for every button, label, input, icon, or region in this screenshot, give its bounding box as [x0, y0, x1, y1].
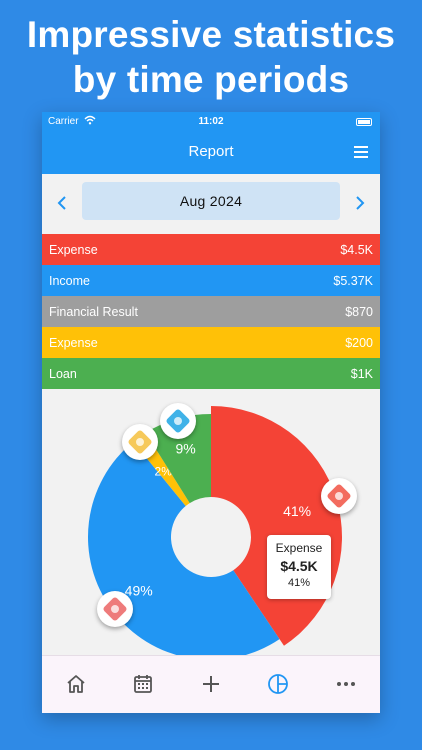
- hamburger-icon[interactable]: [354, 146, 368, 158]
- pie-slice-label-0: 41%: [283, 503, 311, 519]
- pie-slice-label-3: 9%: [175, 441, 195, 457]
- summary-row-value: $1K: [350, 366, 373, 381]
- slice-marker-0[interactable]: [321, 478, 357, 514]
- chevron-left-icon[interactable]: [52, 192, 72, 214]
- category-icon: [102, 596, 128, 622]
- summary-row-label: Loan: [49, 366, 77, 381]
- promo-headline: Impressive statistics by time periods: [0, 12, 422, 102]
- category-icon: [165, 408, 191, 434]
- slice-marker-1[interactable]: [97, 591, 133, 627]
- slice-marker-3[interactable]: [160, 403, 196, 439]
- calendar-icon: [134, 675, 152, 693]
- summary-row-label: Income: [49, 273, 90, 288]
- period-selector: Aug 2024: [42, 174, 380, 234]
- period-label-button[interactable]: Aug 2024: [82, 182, 340, 220]
- summary-row-label: Financial Result: [49, 304, 138, 319]
- more-icon: [337, 682, 355, 686]
- tooltip-percent: 41%: [287, 577, 311, 589]
- summary-row-financial-result[interactable]: Financial Result $870: [42, 296, 380, 327]
- summary-row-loan[interactable]: Loan $1K: [42, 358, 380, 389]
- chevron-right-icon[interactable]: [350, 192, 370, 214]
- summary-row-label: Expense: [49, 335, 98, 350]
- tab-home[interactable]: [64, 672, 88, 696]
- tab-add[interactable]: [199, 672, 223, 696]
- tooltip-value: $4.5K: [280, 558, 318, 574]
- summary-row-value: $5.37K: [333, 273, 373, 288]
- summary-row-value: $200: [345, 335, 373, 350]
- page-title: Report: [188, 143, 234, 160]
- tab-calendar[interactable]: [131, 672, 155, 696]
- summary-row-value: $870: [345, 304, 373, 319]
- slice-marker-2[interactable]: [122, 424, 158, 460]
- pie-chart-area: 41% 49% 2% 9% Expense $4.5K 41%: [42, 389, 380, 657]
- headline-line-1: Impressive statistics: [26, 14, 396, 55]
- summary-row-income[interactable]: Income $5.37K: [42, 265, 380, 296]
- summary-row-label: Expense: [49, 242, 98, 257]
- pie-chart-icon: [268, 674, 288, 694]
- headline-line-2: by time periods: [72, 59, 350, 100]
- nav-bar: Report: [42, 132, 380, 174]
- tab-bar: [42, 655, 380, 713]
- summary-row-expense[interactable]: Expense $4.5K: [42, 234, 380, 265]
- home-icon: [67, 675, 85, 693]
- summary-list: Expense $4.5K Income $5.37K Financial Re…: [42, 234, 380, 389]
- slice-tooltip: Expense $4.5K 41%: [267, 535, 331, 599]
- category-icon: [127, 429, 153, 455]
- tab-more[interactable]: [334, 672, 358, 696]
- status-bar: Carrier 11:02: [42, 112, 380, 132]
- tooltip-label: Expense: [275, 541, 323, 555]
- plus-icon: [203, 676, 219, 692]
- pie-chart: 41%49%2%9%: [87, 406, 343, 657]
- status-time: 11:02: [198, 116, 224, 127]
- summary-row-expense-secondary[interactable]: Expense $200: [42, 327, 380, 358]
- phone-screen: Carrier 11:02 Report Aug 2024 Expense $4…: [42, 112, 380, 713]
- shopping-cart-icon: [326, 483, 352, 509]
- summary-row-value: $4.5K: [340, 242, 373, 257]
- battery-icon: [356, 118, 372, 126]
- pie-slice-label-1: 49%: [125, 583, 153, 599]
- tab-report[interactable]: [266, 672, 290, 696]
